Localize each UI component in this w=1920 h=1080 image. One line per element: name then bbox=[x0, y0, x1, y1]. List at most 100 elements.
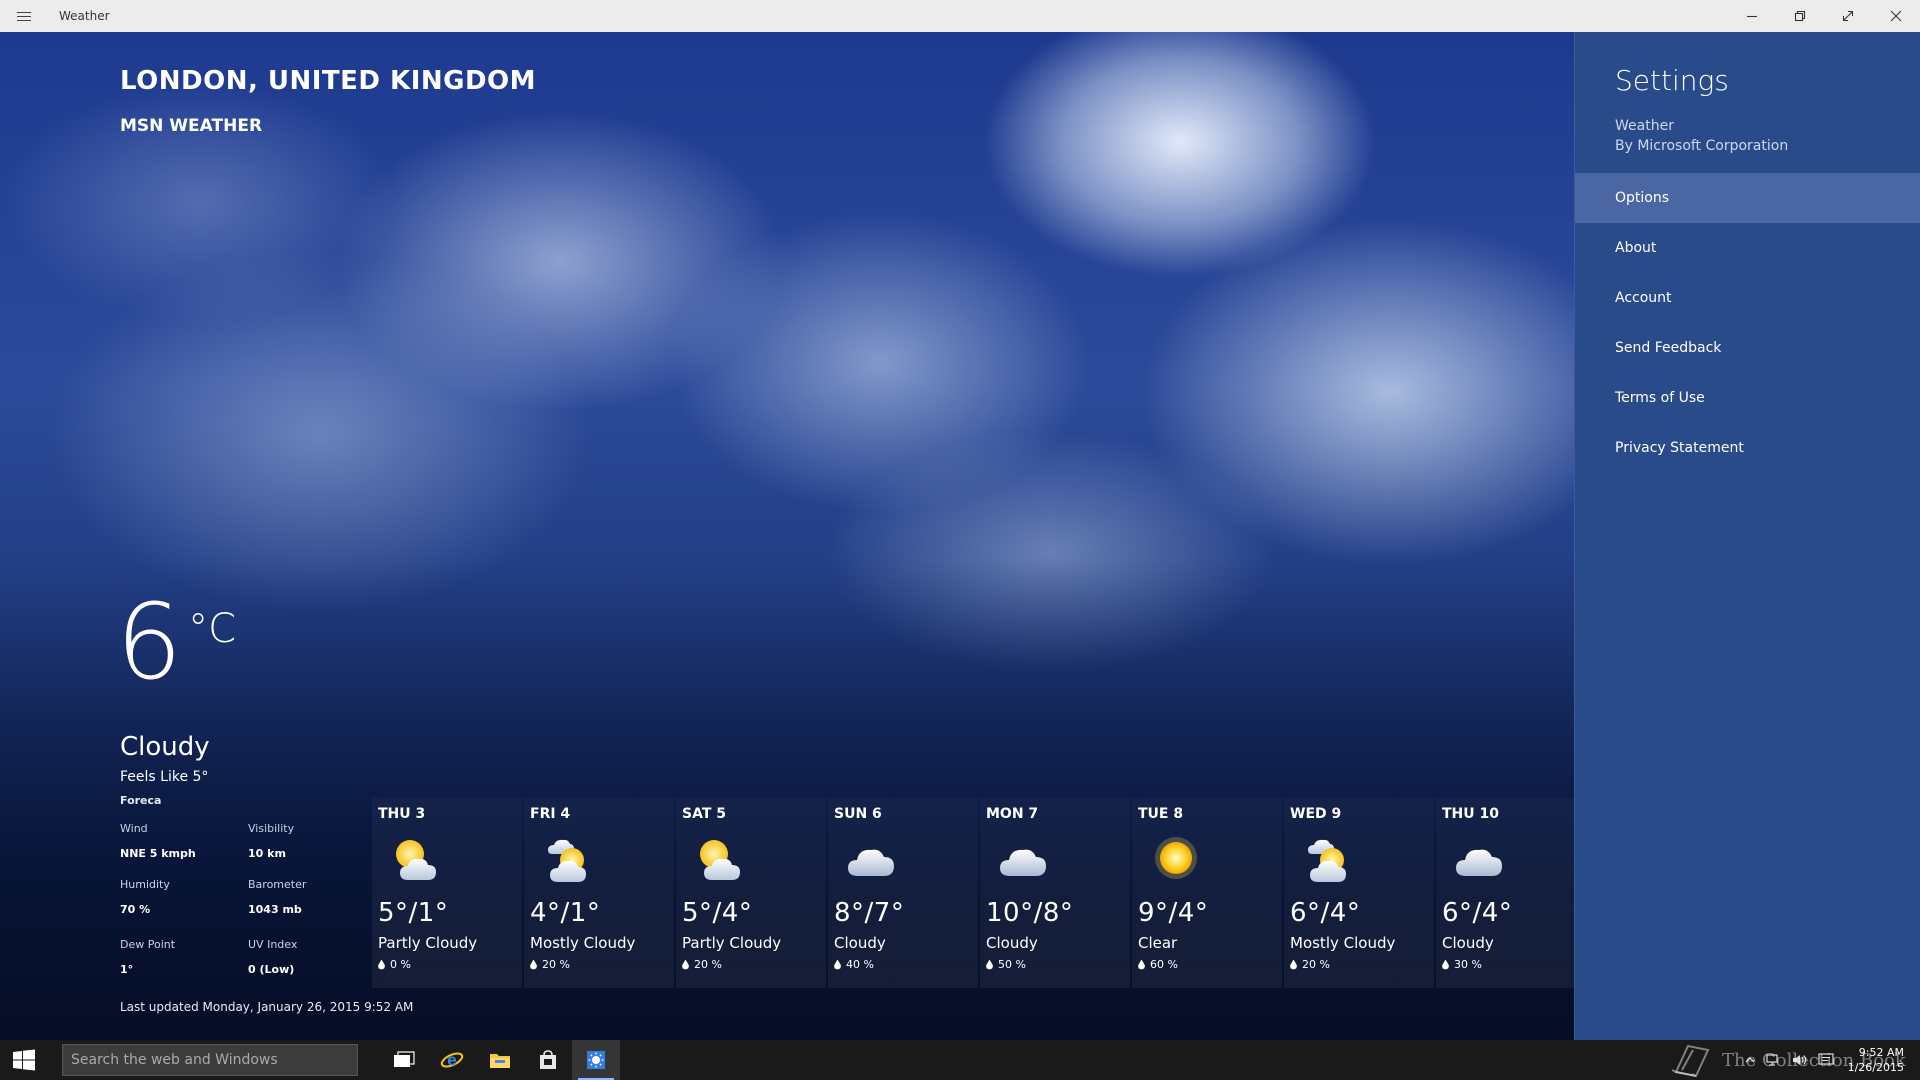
chevron-up-icon[interactable] bbox=[1744, 1054, 1756, 1066]
volume-icon[interactable] bbox=[1792, 1053, 1808, 1067]
forecast-precip: 50 % bbox=[986, 958, 1130, 971]
weather-app-button[interactable] bbox=[572, 1040, 620, 1080]
forecast-day[interactable]: TUE 8 9°/4° Clear 60 % bbox=[1132, 798, 1282, 988]
store-button[interactable] bbox=[524, 1040, 572, 1080]
folder-icon bbox=[490, 1054, 510, 1068]
forecast-condition: Cloudy bbox=[986, 934, 1038, 952]
svg-text:e: e bbox=[447, 1051, 456, 1070]
forecast-temp: 6°/4° bbox=[1290, 898, 1361, 928]
raindrop-icon bbox=[1290, 959, 1297, 970]
forecast-day[interactable]: MON 7 10°/8° Cloudy 50 % bbox=[980, 798, 1130, 988]
forecast-precip: 20 % bbox=[682, 958, 826, 971]
forecast-day[interactable]: WED 9 6°/4° Mostly Cloudy 20 % bbox=[1284, 798, 1434, 988]
weather-sun-icon bbox=[587, 1051, 605, 1069]
minimize-icon bbox=[1747, 15, 1757, 18]
detail-dew-point: Dew Point 1° bbox=[120, 938, 230, 976]
detail-label: Wind bbox=[120, 822, 148, 835]
forecast-temp: 10°/8° bbox=[986, 898, 1074, 928]
detail-value: 70 % bbox=[120, 903, 151, 916]
fullscreen-button[interactable] bbox=[1824, 0, 1872, 32]
precip-value: 30 % bbox=[1454, 958, 1482, 971]
detail-value: 1° bbox=[120, 963, 134, 976]
forecast-temp: 8°/7° bbox=[834, 898, 905, 928]
detail-uv-index: UV Index 0 (Low) bbox=[248, 938, 358, 976]
raindrop-icon bbox=[986, 959, 993, 970]
settings-app-name: Weather bbox=[1615, 118, 1674, 134]
internet-explorer-button[interactable]: e bbox=[428, 1040, 476, 1080]
forecast-precip: 60 % bbox=[1138, 958, 1282, 971]
settings-item-send-feedback[interactable]: Send Feedback bbox=[1575, 323, 1920, 373]
start-button[interactable] bbox=[0, 1040, 48, 1080]
search-placeholder: Search the web and Windows bbox=[71, 1052, 278, 1068]
weather-main-panel: LONDON, UNITED KINGDOM MSN WEATHER 6 °C … bbox=[0, 32, 1574, 1040]
forecast-precip: 20 % bbox=[530, 958, 674, 971]
raindrop-icon bbox=[530, 959, 537, 970]
settings-item-account[interactable]: Account bbox=[1575, 273, 1920, 323]
settings-item-options[interactable]: Options bbox=[1575, 173, 1920, 223]
detail-value: NNE 5 kmph bbox=[120, 847, 196, 860]
forecast-day-name: MON 7 bbox=[986, 806, 1039, 822]
current-temperature: 6 °C bbox=[116, 590, 236, 694]
close-button[interactable] bbox=[1872, 0, 1920, 32]
hamburger-menu-icon[interactable] bbox=[0, 0, 48, 32]
forecast-day-name: TUE 8 bbox=[1138, 806, 1184, 822]
detail-wind: Wind NNE 5 kmph bbox=[120, 822, 230, 860]
precip-value: 40 % bbox=[846, 958, 874, 971]
forecast-precip: 0 % bbox=[378, 958, 522, 971]
temperature-unit: °C bbox=[188, 606, 237, 652]
forecast-precip: 30 % bbox=[1442, 958, 1574, 971]
detail-value: 10 km bbox=[248, 847, 286, 860]
raindrop-icon bbox=[1138, 959, 1145, 970]
detail-barometer: Barometer 1043 mb bbox=[248, 878, 358, 916]
detail-value: 1043 mb bbox=[248, 903, 302, 916]
forecast-temp: 6°/4° bbox=[1442, 898, 1513, 928]
temperature-value: 6 bbox=[116, 581, 182, 703]
minimize-button[interactable] bbox=[1728, 0, 1776, 32]
file-explorer-button[interactable] bbox=[476, 1040, 524, 1080]
forecast-temp: 4°/1° bbox=[530, 898, 601, 928]
settings-title: Settings bbox=[1615, 64, 1729, 97]
forecast-day[interactable]: THU 3 5°/1° Partly Cloudy 0 % bbox=[372, 798, 522, 988]
raindrop-icon bbox=[682, 959, 689, 970]
last-updated: Last updated Monday, January 26, 2015 9:… bbox=[120, 1000, 414, 1014]
store-bag-icon bbox=[540, 1050, 556, 1069]
partly-cloudy-icon bbox=[700, 840, 740, 880]
task-view-icon bbox=[394, 1051, 415, 1067]
task-view-button[interactable] bbox=[380, 1040, 428, 1080]
window-controls bbox=[1728, 0, 1920, 32]
precip-value: 60 % bbox=[1150, 958, 1178, 971]
cloudy-icon bbox=[848, 849, 894, 876]
forecast-precip: 20 % bbox=[1290, 958, 1434, 971]
detail-value: 0 (Low) bbox=[248, 963, 295, 976]
mostly-cloudy-icon bbox=[548, 839, 586, 882]
clock-time: 9:52 AM bbox=[1858, 1046, 1904, 1059]
forecast-day-name: FRI 4 bbox=[530, 806, 571, 822]
restore-button[interactable] bbox=[1776, 0, 1824, 32]
system-clock[interactable]: 9:52 AM 1/26/2015 bbox=[1848, 1045, 1904, 1075]
forecast-day[interactable]: SAT 5 5°/4° Partly Cloudy 20 % bbox=[676, 798, 826, 988]
settings-item-privacy-statement[interactable]: Privacy Statement bbox=[1575, 423, 1920, 473]
detail-label: Barometer bbox=[248, 878, 307, 891]
network-icon[interactable] bbox=[1765, 1053, 1782, 1067]
raindrop-icon bbox=[378, 959, 385, 970]
forecast-temp: 5°/1° bbox=[378, 898, 449, 928]
clock-date: 1/26/2015 bbox=[1847, 1061, 1904, 1074]
settings-item-about[interactable]: About bbox=[1575, 223, 1920, 273]
action-center-icon[interactable] bbox=[1817, 1053, 1834, 1067]
forecast-day[interactable]: THU 10 6°/4° Cloudy 30 % bbox=[1436, 798, 1574, 988]
forecast-temp: 5°/4° bbox=[682, 898, 753, 928]
forecast-condition: Clear bbox=[1138, 934, 1178, 952]
detail-label: Humidity bbox=[120, 878, 170, 891]
taskbar-apps: e bbox=[380, 1040, 620, 1080]
forecast-condition: Cloudy bbox=[1442, 934, 1494, 952]
forecast-day[interactable]: SUN 6 8°/7° Cloudy 40 % bbox=[828, 798, 978, 988]
search-input[interactable]: Search the web and Windows bbox=[62, 1044, 358, 1076]
forecast-day[interactable]: FRI 4 4°/1° Mostly Cloudy 20 % bbox=[524, 798, 674, 988]
settings-panel: Settings Weather By Microsoft Corporatio… bbox=[1574, 32, 1920, 1040]
forecast-condition: Partly Cloudy bbox=[682, 934, 782, 952]
internet-explorer-icon: e bbox=[440, 1051, 464, 1070]
taskbar: Search the web and Windows e 9:52 AM 1/2… bbox=[0, 1040, 1920, 1080]
raindrop-icon bbox=[834, 959, 841, 970]
settings-item-terms-of-use[interactable]: Terms of Use bbox=[1575, 373, 1920, 423]
mostly-cloudy-icon bbox=[1308, 839, 1346, 882]
